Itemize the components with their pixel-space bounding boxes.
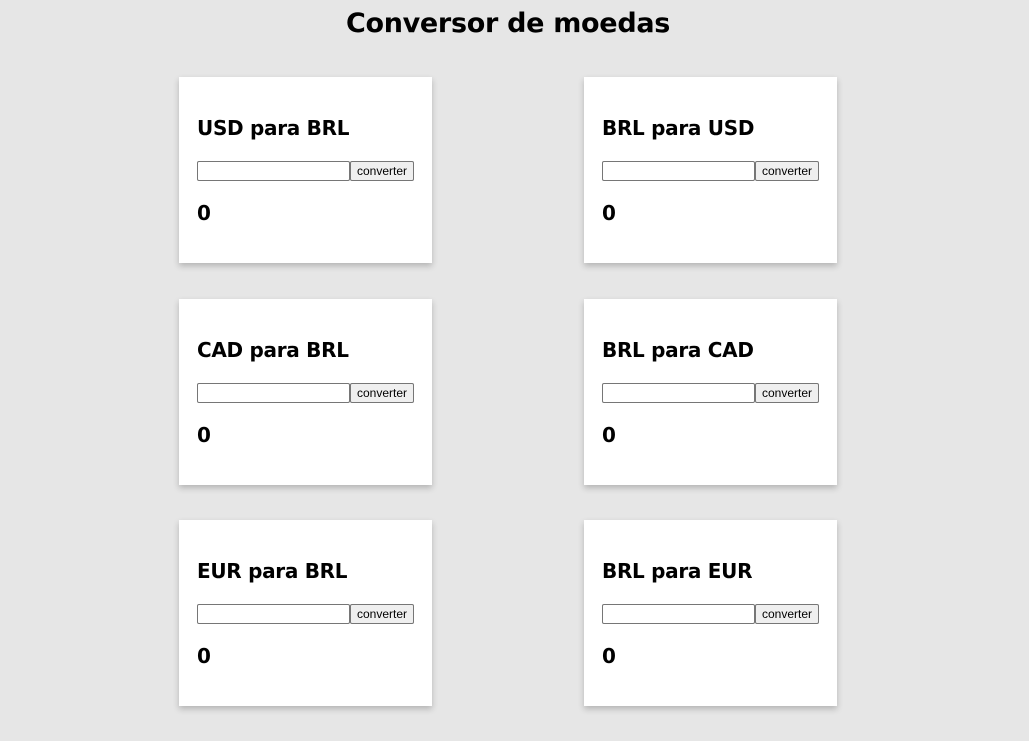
convert-button[interactable]: converter xyxy=(755,383,819,403)
result-value: 0 xyxy=(197,201,211,225)
convert-button[interactable]: converter xyxy=(350,383,414,403)
converter-card-brl-eur: BRL para EUR converter 0 xyxy=(584,520,837,706)
result-value: 0 xyxy=(602,423,616,447)
converter-form: converter xyxy=(197,604,414,624)
amount-input[interactable] xyxy=(197,383,350,403)
result-value: 0 xyxy=(197,423,211,447)
convert-button[interactable]: converter xyxy=(755,161,819,181)
amount-input[interactable] xyxy=(197,161,350,181)
converter-form: converter xyxy=(602,604,819,624)
converter-form: converter xyxy=(602,161,819,181)
card-title: EUR para BRL xyxy=(197,559,348,583)
converter-card-brl-cad: BRL para CAD converter 0 xyxy=(584,299,837,485)
converter-form: converter xyxy=(197,161,414,181)
amount-input[interactable] xyxy=(602,604,755,624)
result-value: 0 xyxy=(602,201,616,225)
amount-input[interactable] xyxy=(197,604,350,624)
converter-card-eur-brl: EUR para BRL converter 0 xyxy=(179,520,432,706)
convert-button[interactable]: converter xyxy=(350,604,414,624)
card-title: CAD para BRL xyxy=(197,338,349,362)
result-value: 0 xyxy=(197,644,211,668)
page-title: Conversor de moedas xyxy=(345,8,671,39)
converter-card-cad-brl: CAD para BRL converter 0 xyxy=(179,299,432,485)
converter-card-brl-usd: BRL para USD converter 0 xyxy=(584,77,837,263)
card-title: BRL para USD xyxy=(602,116,755,140)
result-value: 0 xyxy=(602,644,616,668)
amount-input[interactable] xyxy=(602,161,755,181)
card-title: BRL para CAD xyxy=(602,338,754,362)
converter-form: converter xyxy=(197,383,414,403)
card-title: BRL para EUR xyxy=(602,559,753,583)
convert-button[interactable]: converter xyxy=(350,161,414,181)
converter-form: converter xyxy=(602,383,819,403)
converter-card-usd-brl: USD para BRL converter 0 xyxy=(179,77,432,263)
convert-button[interactable]: converter xyxy=(755,604,819,624)
amount-input[interactable] xyxy=(602,383,755,403)
card-title: USD para BRL xyxy=(197,116,350,140)
